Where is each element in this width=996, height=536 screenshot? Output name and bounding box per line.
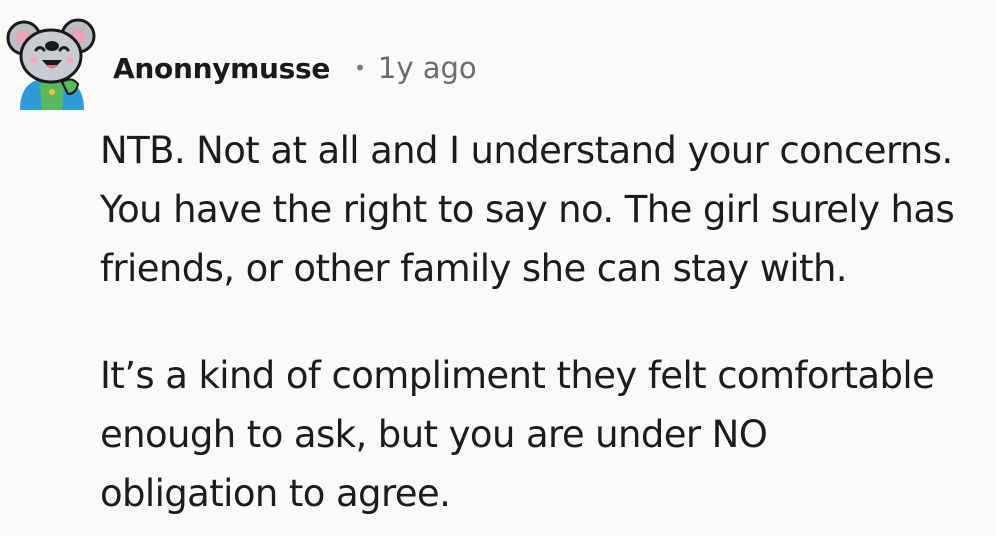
separator-dot: •: [354, 56, 366, 80]
koala-avatar-icon: [6, 18, 96, 110]
avatar[interactable]: [6, 12, 96, 110]
username-link[interactable]: Anonnymusse: [113, 52, 330, 85]
comment-body: NTB. Not at all and I understand your co…: [100, 121, 990, 523]
comment-paragraph: It’s a kind of compliment they felt comf…: [100, 354, 935, 515]
timestamp-link[interactable]: 1y ago: [378, 51, 477, 85]
comment: Anonnymusse • 1y ago NTB. Not at all and…: [0, 0, 996, 536]
comment-paragraph: NTB. Not at all and I understand your co…: [100, 129, 955, 290]
comment-header: Anonnymusse • 1y ago: [113, 46, 477, 90]
